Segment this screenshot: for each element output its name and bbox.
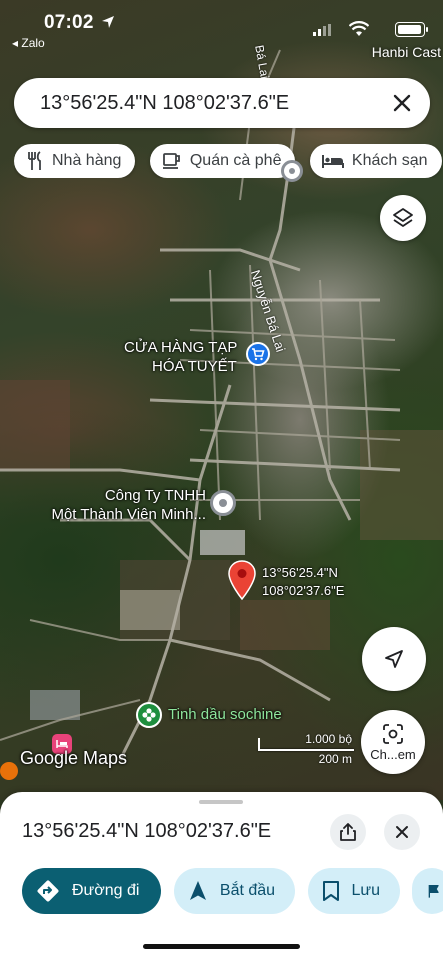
company-label-line2: Một Thành Viên Minh... xyxy=(51,506,206,523)
dropped-pin-icon[interactable] xyxy=(228,560,256,600)
restaurant-icon xyxy=(28,151,41,170)
wifi-icon xyxy=(349,21,369,36)
share-button[interactable] xyxy=(330,814,366,850)
my-location-button[interactable] xyxy=(362,627,426,691)
shop-marker[interactable] xyxy=(246,342,270,366)
directions-label: Đường đi xyxy=(72,882,140,899)
layers-button[interactable] xyxy=(380,195,426,241)
status-time: 07:02 xyxy=(44,12,94,33)
lens-button-label: Ch...em xyxy=(370,746,416,762)
essential-oil-label[interactable]: Tinh dầu sochine xyxy=(168,705,282,724)
company-marker[interactable] xyxy=(210,490,236,516)
food-marker[interactable] xyxy=(0,762,18,780)
back-to-app-link[interactable]: ◂ Zalo xyxy=(12,36,45,50)
camera-lens-icon xyxy=(383,723,403,744)
place-title: 13°56'25.4"N 108°02'37.6"E xyxy=(22,820,272,842)
scale-meters: 200 m xyxy=(318,752,352,766)
chip-cafe[interactable]: Quán cà phê xyxy=(149,144,296,178)
navigation-icon xyxy=(189,881,206,900)
search-input[interactable]: 13°56'25.4"N 108°02'37.6"E xyxy=(40,92,289,115)
more-actions-button[interactable] xyxy=(412,868,443,914)
close-icon xyxy=(396,826,408,838)
google-maps-logo: Google Maps xyxy=(20,748,128,768)
layers-icon xyxy=(393,208,413,227)
chip-restaurant[interactable]: Nhà hàng xyxy=(14,144,136,178)
battery-icon xyxy=(395,22,428,37)
home-indicator[interactable] xyxy=(143,944,300,949)
hotel-icon xyxy=(321,155,344,168)
action-buttons: Đường đi Bắt đầu Lưu xyxy=(22,868,443,914)
map-view[interactable]: 07:02 ◂ Zalo Hanbi Cast Bá Lai 13°56'25.… xyxy=(0,0,443,800)
company-label[interactable]: Công Ty TNHH Một Thành Viên Minh... xyxy=(46,486,206,524)
category-chips: Nhà hàng Quán cà phê Khách sạn xyxy=(14,144,443,178)
chip-cafe-label: Quán cà phê xyxy=(189,152,282,169)
directions-button[interactable]: Đường đi xyxy=(22,868,162,914)
map-scale: 1.000 bộ 200 m xyxy=(254,732,354,768)
map-corner-label: Hanbi Cast xyxy=(371,44,441,60)
store-label-line1: CỬA HÀNG TẠP xyxy=(124,339,238,356)
chip-hotel[interactable]: Khách sạn xyxy=(309,144,442,178)
pin-coordinates-lat: 13°56'25.4"N xyxy=(262,565,338,580)
pin-coordinates-lng: 108°02'37.6"E xyxy=(262,583,345,598)
share-icon xyxy=(340,823,356,841)
start-label: Bắt đầu xyxy=(219,882,276,899)
directions-icon xyxy=(37,880,59,902)
chip-hotel-label: Khách sạn xyxy=(351,152,428,169)
company-label-line1: Công Ty TNHH xyxy=(104,487,206,504)
signal-icon xyxy=(313,24,331,36)
scale-feet: 1.000 bộ xyxy=(305,732,352,746)
flag-icon xyxy=(429,885,440,898)
chip-restaurant-label: Nhà hàng xyxy=(52,152,122,169)
status-bar: 07:02 ◂ Zalo Hanbi Cast xyxy=(0,0,443,60)
close-sheet-button[interactable] xyxy=(384,814,420,850)
bookmark-icon xyxy=(322,881,339,901)
save-button[interactable]: Lưu xyxy=(307,868,401,914)
flower-icon xyxy=(142,708,156,722)
pin-coordinates-label: 13°56'25.4"N 108°02'37.6"E xyxy=(262,564,344,600)
place-marker[interactable] xyxy=(281,160,303,182)
scale-tick xyxy=(258,738,260,750)
navigation-arrow-icon xyxy=(385,650,403,668)
lens-button[interactable]: Ch...em xyxy=(361,710,425,774)
cafe-icon xyxy=(162,153,180,169)
search-bar[interactable]: 13°56'25.4"N 108°02'37.6"E xyxy=(14,78,430,128)
store-label-line2: HÓA TUYẾT xyxy=(152,358,237,375)
start-button[interactable]: Bắt đầu xyxy=(173,868,296,914)
location-arrow-icon xyxy=(102,16,114,28)
save-label: Lưu xyxy=(351,882,381,899)
store-label[interactable]: CỬA HÀNG TẠP HÓA TUYẾT xyxy=(124,338,237,376)
shopping-cart-icon xyxy=(252,348,265,361)
essential-oil-marker[interactable] xyxy=(136,702,162,728)
sheet-drag-handle[interactable] xyxy=(199,800,243,804)
close-icon[interactable] xyxy=(390,91,414,115)
scale-bar xyxy=(258,749,354,751)
